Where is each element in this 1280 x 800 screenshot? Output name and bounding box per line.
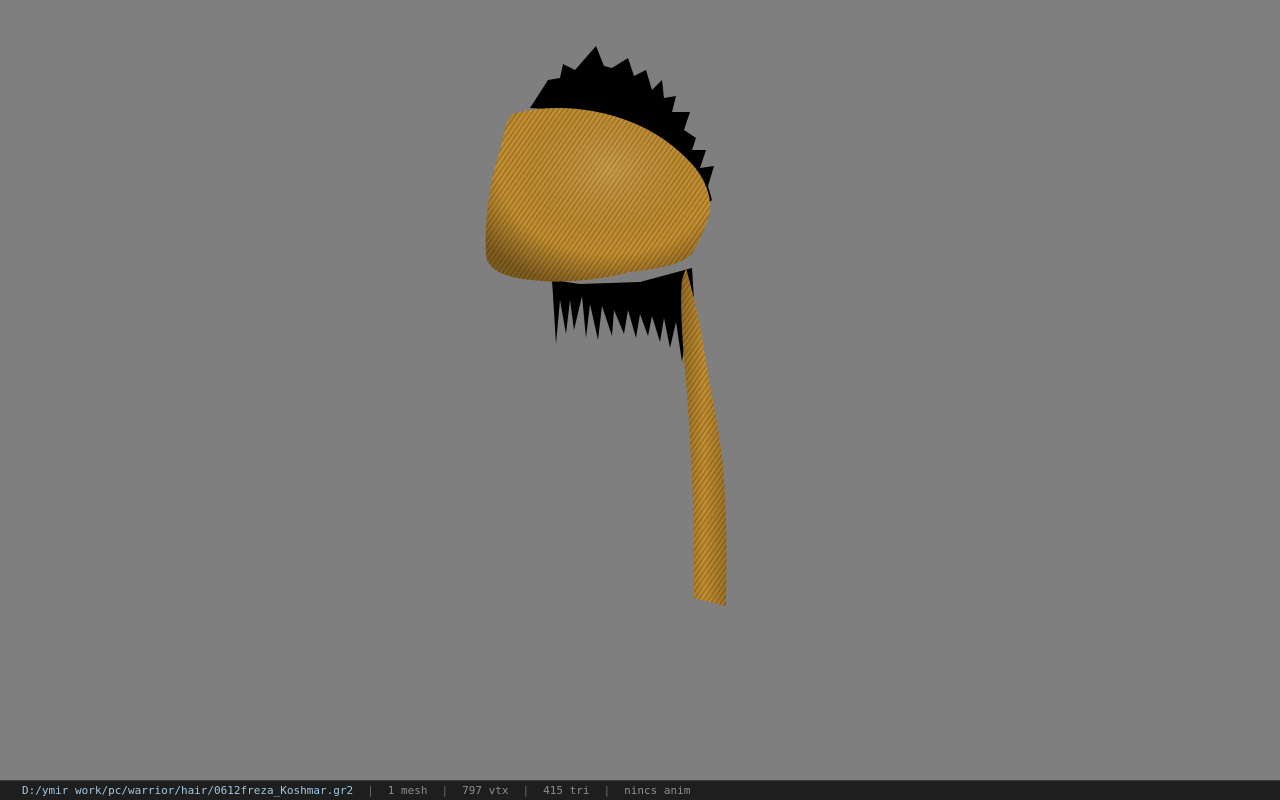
separator: | (441, 784, 449, 797)
3d-viewport[interactable] (0, 0, 1280, 780)
separator: | (367, 784, 374, 797)
triangle-count: 415 tri (543, 784, 590, 797)
hair-spikes-bottom (552, 268, 694, 362)
bandana-tail (681, 268, 727, 606)
mesh-count: 1 mesh (387, 784, 428, 797)
animation-status: nincs anim (624, 784, 691, 797)
separator: | (522, 784, 530, 797)
model-viewer-window: D:/ymir work/pc/warrior/hair/0612freza_K… (0, 0, 1280, 800)
file-path: D:/ymir work/pc/warrior/hair/0612freza_K… (22, 784, 354, 797)
vertex-count: 797 vtx (462, 784, 509, 797)
model-render (485, 46, 727, 606)
status-bar: D:/ymir work/pc/warrior/hair/0612freza_K… (0, 780, 1280, 800)
separator: | (603, 784, 611, 797)
